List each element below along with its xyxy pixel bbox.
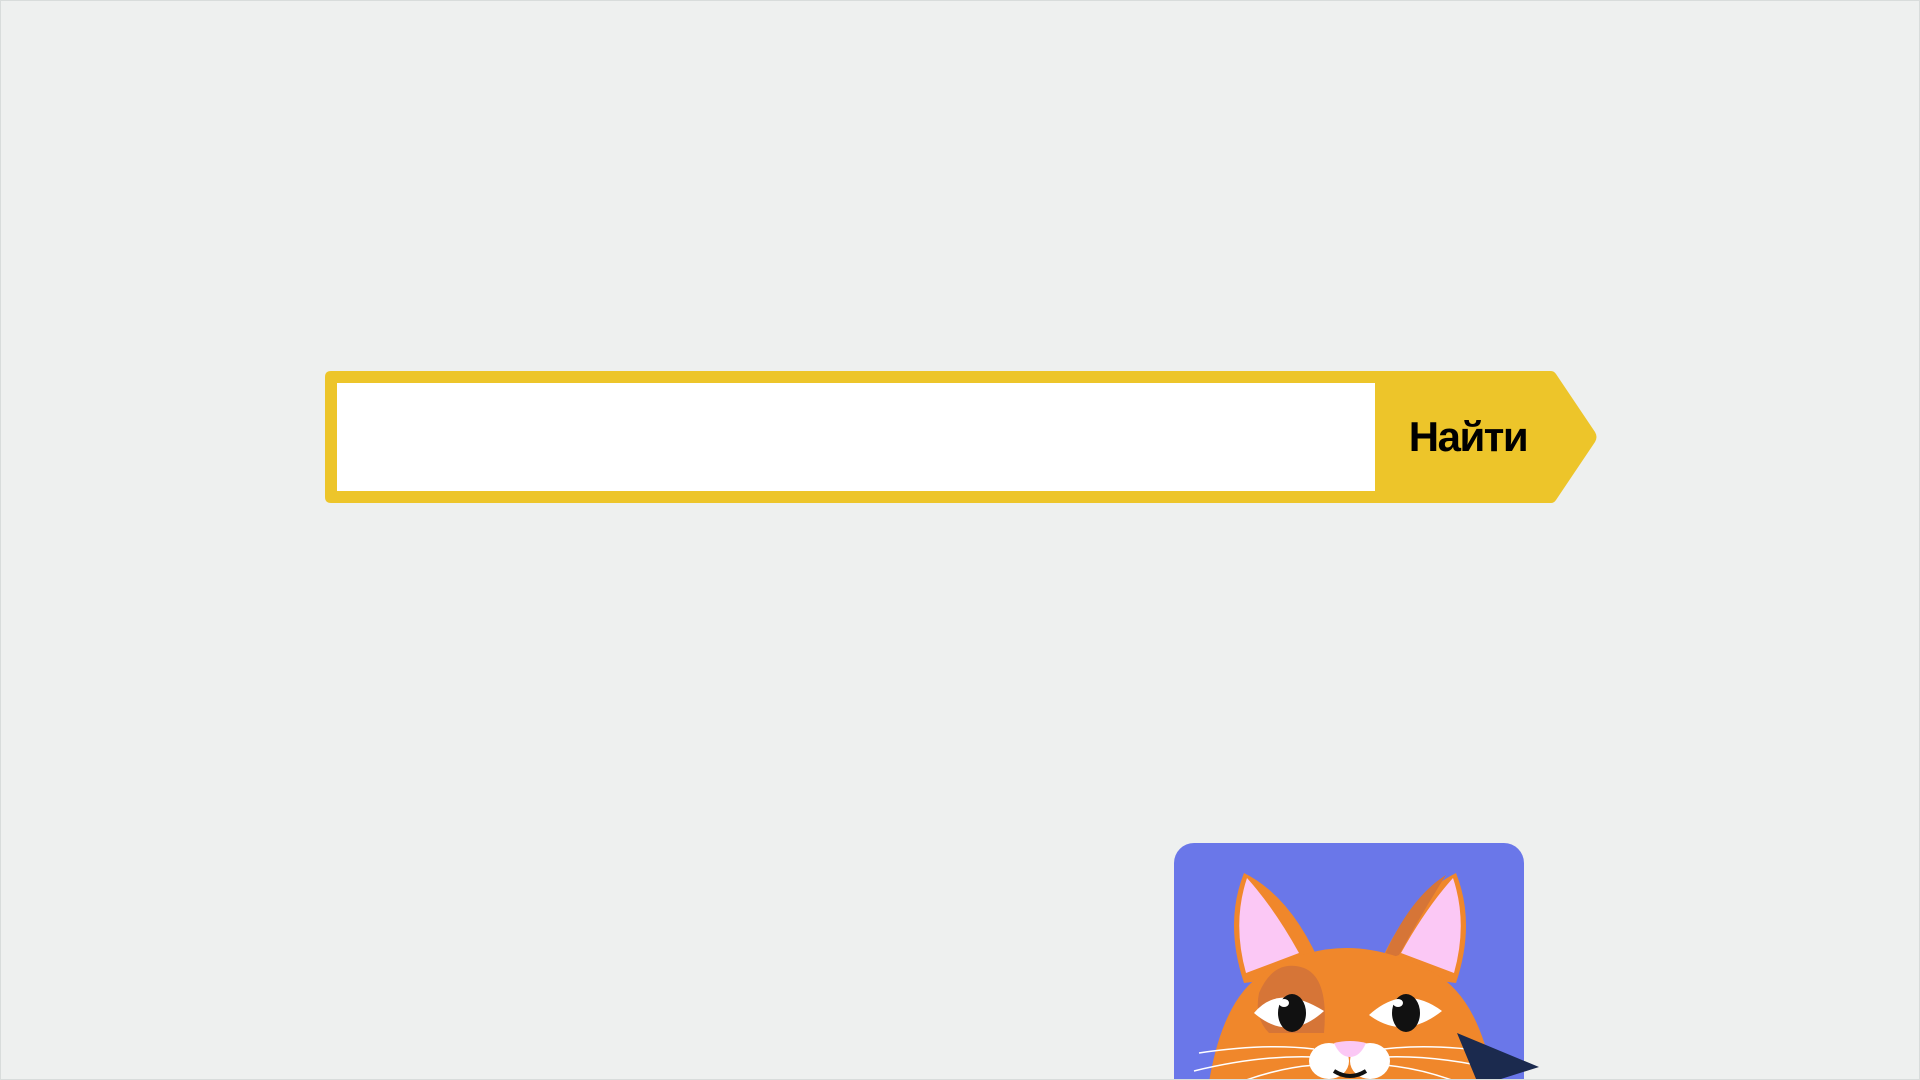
cat-left-eye-shine bbox=[1279, 999, 1289, 1007]
search-form: Найти bbox=[325, 371, 1597, 503]
cat-right-eye-shine bbox=[1393, 999, 1403, 1007]
search-button-label: Найти bbox=[1408, 413, 1529, 460]
mouse-cursor-icon bbox=[1457, 1033, 1539, 1079]
search-input[interactable] bbox=[337, 383, 1375, 491]
page: Найти bbox=[0, 0, 1920, 1080]
search-button[interactable]: Найти bbox=[1375, 371, 1597, 503]
